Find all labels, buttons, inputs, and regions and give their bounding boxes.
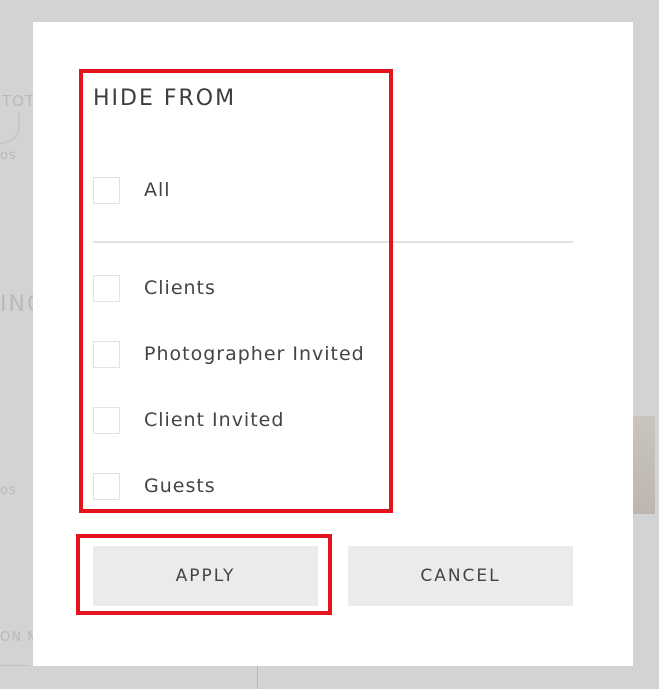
option-all[interactable]: All [93,175,171,205]
background-divider-vertical [257,666,258,689]
option-label: Photographer Invited [144,343,365,365]
hide-from-dialog: HIDE FROM All Clients Photographer Invit… [33,22,633,666]
option-label: Client Invited [144,409,285,431]
dialog-title: HIDE FROM [93,86,237,111]
checkbox-guests[interactable] [93,472,120,500]
option-guests[interactable]: Guests [93,471,216,501]
options-divider [93,241,573,243]
background-fragment: os [0,483,17,498]
background-fragment: os [0,148,17,163]
checkbox-photographer-invited[interactable] [93,340,120,368]
option-photographer-invited[interactable]: Photographer Invited [93,339,365,369]
checkbox-all[interactable] [93,176,120,204]
option-clients[interactable]: Clients [93,273,216,303]
checkbox-clients[interactable] [93,274,120,302]
background-arc [0,112,20,144]
option-label: All [144,179,171,201]
background-divider [0,665,30,666]
apply-button[interactable]: APPLY [93,546,318,606]
background-fragment: TOT [2,92,36,110]
option-client-invited[interactable]: Client Invited [93,405,284,435]
cancel-button[interactable]: CANCEL [348,546,573,606]
background-photo [633,416,655,514]
option-label: Guests [144,475,216,497]
option-label: Clients [144,277,216,299]
checkbox-client-invited[interactable] [93,406,120,434]
